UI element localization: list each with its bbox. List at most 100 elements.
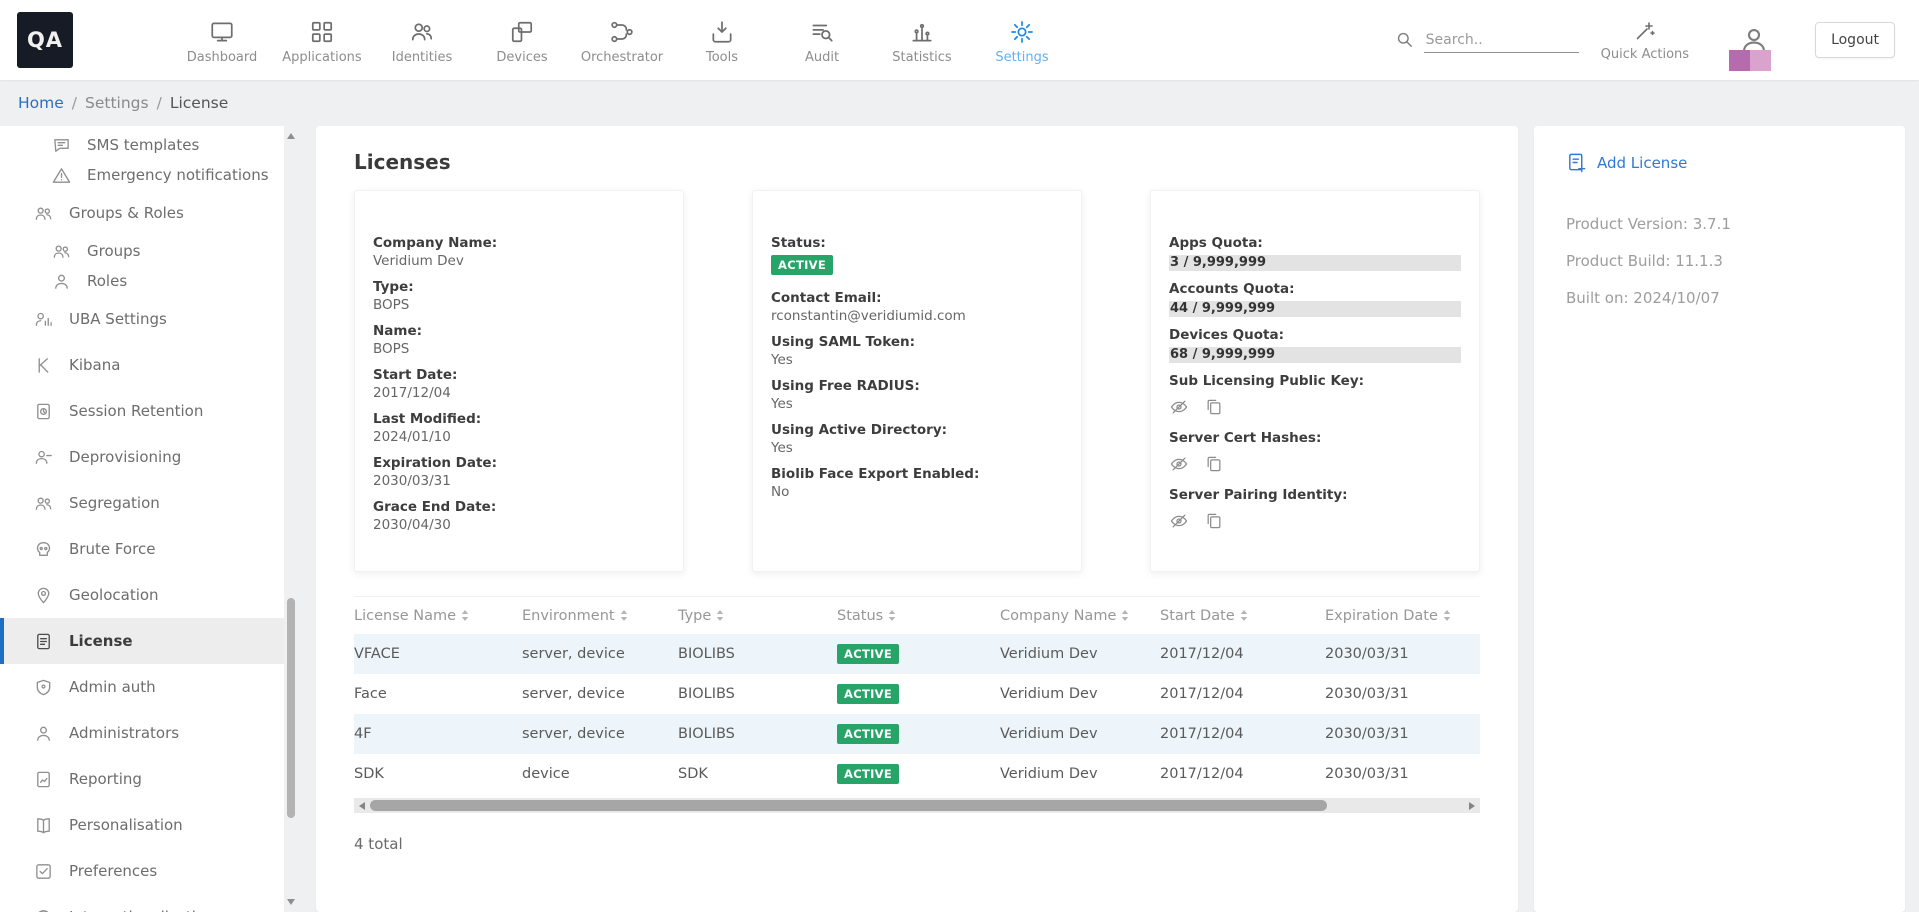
sort-icon xyxy=(716,609,724,622)
field-label: Expiration Date: xyxy=(373,455,665,472)
breadcrumb: Home / Settings / License xyxy=(0,80,1919,126)
cell-start-date: 2017/12/04 xyxy=(1160,754,1325,794)
nav-item-audit[interactable]: Audit xyxy=(772,15,872,65)
sidebar-item-kibana[interactable]: Kibana xyxy=(0,342,284,388)
sidebar-item-reporting[interactable]: Reporting xyxy=(0,756,284,802)
apps-quota: Apps Quota: 3 / 9,999,999 xyxy=(1169,235,1461,271)
scroll-right-arrow[interactable] xyxy=(1469,802,1475,810)
sidebar-item-administrators[interactable]: Administrators xyxy=(0,710,284,756)
field-label: Company Name: xyxy=(373,235,665,252)
sidebar-item-emergency-notifications[interactable]: Emergency notifications xyxy=(0,160,284,190)
licenses-table: License Name Environment Type Status Com… xyxy=(354,596,1480,794)
tools-icon xyxy=(709,19,735,45)
field-value: Yes xyxy=(771,440,1063,457)
table-row[interactable]: SDK device SDK ACTIVE Veridium Dev 2017/… xyxy=(354,754,1480,794)
sidebar-item-internationalisation[interactable]: Internationalisation xyxy=(0,894,284,912)
column-header-status[interactable]: Status xyxy=(837,597,1000,635)
horizontal-scrollbar-thumb[interactable] xyxy=(370,800,1327,811)
sidebar-item-label: Administrators xyxy=(69,724,179,742)
sidebar-item-label: Admin auth xyxy=(69,678,156,696)
quick-actions-button[interactable]: Quick Actions xyxy=(1601,19,1689,62)
scroll-left-arrow[interactable] xyxy=(359,802,365,810)
eye-off-icon[interactable] xyxy=(1169,511,1189,531)
sidebar-item-sms-templates[interactable]: SMS templates xyxy=(0,130,284,160)
administrator-icon xyxy=(34,724,53,743)
sidebar-item-roles[interactable]: Roles xyxy=(0,266,284,296)
cell-company-name: Veridium Dev xyxy=(1000,754,1160,794)
table-row[interactable]: 4F server, device BIOLIBS ACTIVE Veridiu… xyxy=(354,714,1480,754)
sidebar-item-label: Roles xyxy=(87,272,127,290)
copy-icon[interactable] xyxy=(1204,454,1224,474)
table-row[interactable]: Face server, device BIOLIBS ACTIVE Verid… xyxy=(354,674,1480,714)
column-header-license-name[interactable]: License Name xyxy=(354,597,522,635)
nav-label: Identities xyxy=(392,50,453,65)
column-header-company-name[interactable]: Company Name xyxy=(1000,597,1160,635)
scroll-up-arrow[interactable] xyxy=(287,133,295,139)
breadcrumb-settings-link[interactable]: Settings xyxy=(85,94,149,112)
nav-label: Orchestrator xyxy=(581,50,663,65)
cell-expiration-date: 2030/03/31 xyxy=(1325,634,1480,674)
scroll-down-arrow[interactable] xyxy=(287,899,295,905)
column-header-expiration-date[interactable]: Expiration Date xyxy=(1325,597,1480,635)
sidebar-scrollbar-thumb[interactable] xyxy=(287,598,295,818)
nav-item-orchestrator[interactable]: Orchestrator xyxy=(572,15,672,65)
add-license-link[interactable]: Add License xyxy=(1566,152,1873,173)
nav-label: Statistics xyxy=(892,50,951,65)
report-icon xyxy=(34,770,53,789)
sidebar-item-groups-roles[interactable]: Groups & Roles xyxy=(0,190,284,236)
sidebar-item-license[interactable]: License xyxy=(0,618,284,664)
field-value: Yes xyxy=(771,352,1063,369)
licenses-panel: Licenses Company Name:Veridium Dev Type:… xyxy=(316,126,1518,912)
column-header-start-date[interactable]: Start Date xyxy=(1160,597,1325,635)
sidebar-item-label: Segregation xyxy=(69,494,160,512)
sidebar-item-admin-auth[interactable]: Admin auth xyxy=(0,664,284,710)
sidebar-item-preferences[interactable]: Preferences xyxy=(0,848,284,894)
deprovisioning-icon xyxy=(34,448,53,467)
nav-item-applications[interactable]: Applications xyxy=(272,15,372,65)
search-icon[interactable] xyxy=(1395,30,1424,53)
sidebar-item-brute-force[interactable]: Brute Force xyxy=(0,526,284,572)
field-value: Veridium Dev xyxy=(373,253,665,270)
search-input[interactable] xyxy=(1424,28,1579,53)
table-row[interactable]: VFACE server, device BIOLIBS ACTIVE Veri… xyxy=(354,634,1480,674)
app-logo[interactable]: QA xyxy=(17,12,73,68)
column-header-environment[interactable]: Environment xyxy=(522,597,678,635)
eye-off-icon[interactable] xyxy=(1169,454,1189,474)
field-value: 2017/12/04 xyxy=(373,385,665,402)
sidebar-item-segregation[interactable]: Segregation xyxy=(0,480,284,526)
sidebar-item-deprovisioning[interactable]: Deprovisioning xyxy=(0,434,284,480)
nav-item-tools[interactable]: Tools xyxy=(672,15,772,65)
sidebar-item-label: Kibana xyxy=(69,356,120,374)
sidebar-item-label: UBA Settings xyxy=(69,310,167,328)
sidebar-item-session-retention[interactable]: Session Retention xyxy=(0,388,284,434)
field-label: Start Date: xyxy=(373,367,665,384)
roles-icon xyxy=(52,272,71,291)
column-header-type[interactable]: Type xyxy=(678,597,837,635)
nav-item-settings[interactable]: Settings xyxy=(972,15,1072,65)
sidebar-item-geolocation[interactable]: Geolocation xyxy=(0,572,284,618)
status-badge: ACTIVE xyxy=(771,255,833,275)
cell-environment: server, device xyxy=(522,674,678,714)
session-retention-icon xyxy=(34,402,53,421)
cell-status: ACTIVE xyxy=(837,634,1000,674)
sidebar-item-groups[interactable]: Groups xyxy=(0,236,284,266)
nav-item-statistics[interactable]: Statistics xyxy=(872,15,972,65)
logout-button[interactable]: Logout xyxy=(1815,22,1895,58)
eye-off-icon[interactable] xyxy=(1169,397,1189,417)
sidebar-item-label: Groups & Roles xyxy=(69,204,184,222)
main-nav: Dashboard Applications Identities Device… xyxy=(172,15,1072,65)
sidebar-item-label: Internationalisation xyxy=(69,908,215,912)
sidebar-item-uba-settings[interactable]: UBA Settings xyxy=(0,296,284,342)
copy-icon[interactable] xyxy=(1204,397,1224,417)
license-info-card: Company Name:Veridium Dev Type:BOPS Name… xyxy=(354,190,684,572)
quota-progress-bar: 3 / 9,999,999 xyxy=(1169,255,1461,271)
copy-icon[interactable] xyxy=(1204,511,1224,531)
sidebar-item-personalisation[interactable]: Personalisation xyxy=(0,802,284,848)
field-value: No xyxy=(771,484,1063,501)
nav-item-dashboard[interactable]: Dashboard xyxy=(172,15,272,65)
nav-item-devices[interactable]: Devices xyxy=(472,15,572,65)
nav-label: Dashboard xyxy=(187,50,258,65)
breadcrumb-home-link[interactable]: Home xyxy=(18,94,64,112)
nav-item-identities[interactable]: Identities xyxy=(372,15,472,65)
cell-status: ACTIVE xyxy=(837,754,1000,794)
